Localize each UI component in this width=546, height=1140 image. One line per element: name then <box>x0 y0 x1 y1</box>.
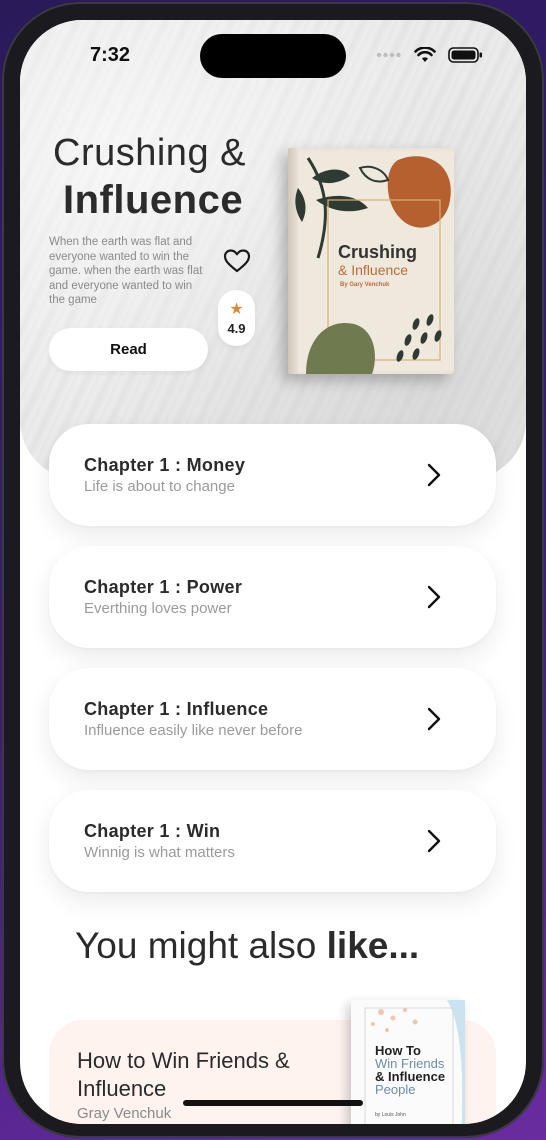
chapter-subtitle: Everthing loves power <box>84 600 232 617</box>
rating-badge: ★ 4.9 <box>218 290 255 346</box>
read-button[interactable]: Read <box>49 328 208 371</box>
status-icons <box>376 46 484 64</box>
chevron-right-icon <box>427 585 441 609</box>
hero-title-line2: Influence <box>63 178 244 222</box>
chevron-right-icon <box>427 829 441 853</box>
chevron-right-icon <box>427 707 441 731</box>
chapter-subtitle: Winnig is what matters <box>84 844 235 861</box>
chapter-title: Chapter 1 : Money <box>84 455 246 475</box>
chapter-title: Chapter 1 : Power <box>84 577 243 597</box>
chevron-right-icon <box>427 463 441 487</box>
hero-section: 7:32 Crushing & Influence When the earth… <box>20 20 526 480</box>
chapter-card-power[interactable]: Chapter 1 : Power Everthing loves power <box>49 546 496 648</box>
book-cover-author: By Gary Venchuk <box>340 282 390 288</box>
also-like-prefix: You might also <box>75 925 327 966</box>
recommendation-author: Gray Venchuk <box>77 1105 172 1122</box>
book-cover-subtitle: & Influence <box>338 262 409 278</box>
screen: 7:32 Crushing & Influence When the earth… <box>20 20 526 1124</box>
dynamic-island <box>200 34 346 78</box>
status-time: 7:32 <box>90 44 131 66</box>
phone-frame: 7:32 Crushing & Influence When the earth… <box>2 2 544 1138</box>
chapter-card-money[interactable]: Chapter 1 : Money Life is about to chang… <box>49 424 496 526</box>
chapter-title: Chapter 1 : Influence <box>84 699 269 719</box>
also-like-bold: like... <box>326 925 420 966</box>
book-cover[interactable]: Crushing & Influence By Gary Venchuk <box>288 148 454 374</box>
chapter-title: Chapter 1 : Win <box>84 821 221 841</box>
book-cover-title: Crushing <box>338 242 417 262</box>
rating-value: 4.9 <box>227 320 246 336</box>
hero-title-line1: Crushing & <box>53 132 246 174</box>
heart-icon[interactable] <box>223 248 251 274</box>
star-icon: ★ <box>229 298 244 318</box>
section-heading-also-like: You might also like... <box>75 925 419 967</box>
chapter-subtitle: Life is about to change <box>84 478 235 495</box>
rec-cover-author: by Louis John <box>375 1112 406 1118</box>
chapter-card-influence[interactable]: Chapter 1 : Influence Influence easily l… <box>49 668 496 770</box>
chapter-subtitle: Influence easily like never before <box>84 722 303 739</box>
recommendation-title: How to Win Friends & Influence <box>77 1048 290 1101</box>
wifi-icon <box>414 47 436 62</box>
battery-icon <box>448 47 482 63</box>
hero-description: When the earth was flat and everyone wan… <box>49 236 203 306</box>
rec-cover-line4: People <box>375 1082 416 1097</box>
signal-icon <box>376 52 401 58</box>
recommendation-book-cover[interactable]: How To Win Friends & Influence People by… <box>351 1000 465 1124</box>
rec-cover-title: How To Win Friends & Influence People <box>375 1044 459 1096</box>
home-indicator[interactable] <box>183 1100 363 1106</box>
chapter-card-win[interactable]: Chapter 1 : Win Winnig is what matters <box>49 790 496 892</box>
